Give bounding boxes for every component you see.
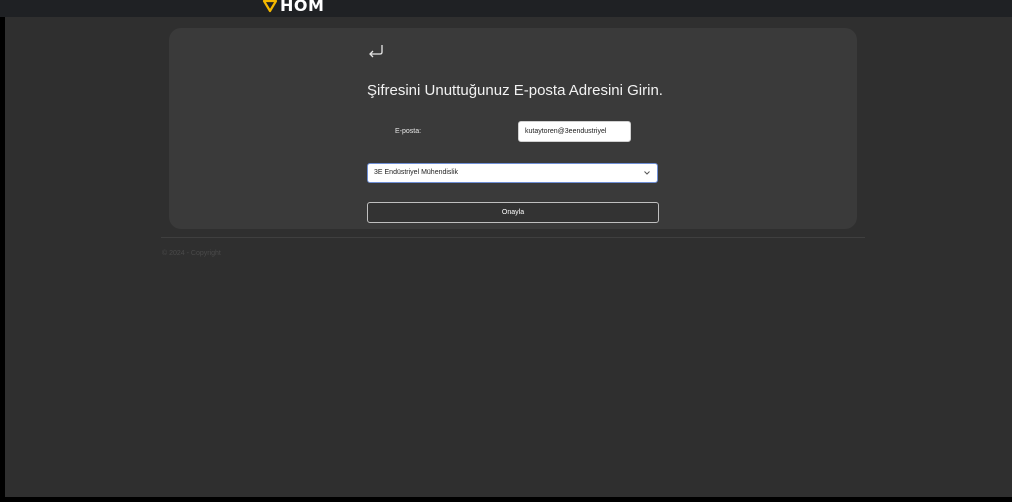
chevron-down-icon bbox=[644, 171, 650, 175]
company-select[interactable]: 3E Endüstriyel Mühendislik bbox=[367, 163, 658, 183]
return-arrow-icon bbox=[369, 45, 383, 58]
shield-icon bbox=[262, 0, 278, 13]
copyright-text: © 2024 - Copyright bbox=[162, 250, 221, 257]
page-title: Şifresini Unuttuğunuz E-posta Adresini G… bbox=[367, 82, 663, 99]
forgot-password-card: Şifresini Unuttuğunuz E-posta Adresini G… bbox=[169, 28, 857, 229]
footer-divider bbox=[161, 237, 865, 238]
confirm-button[interactable]: Onayla bbox=[367, 202, 659, 223]
logo-text: HOM bbox=[280, 0, 325, 15]
back-button[interactable] bbox=[365, 41, 387, 63]
email-field[interactable]: kutaytoren@3eendustriyel bbox=[518, 121, 631, 142]
bottom-edge bbox=[0, 497, 1012, 502]
email-label: E-posta: bbox=[395, 128, 422, 135]
brand-logo[interactable]: HOM bbox=[262, 0, 324, 16]
top-navbar: HOM bbox=[0, 0, 1012, 17]
page-content: Şifresini Unuttuğunuz E-posta Adresini G… bbox=[5, 17, 1012, 497]
company-select-value: 3E Endüstriyel Mühendislik bbox=[374, 169, 459, 176]
